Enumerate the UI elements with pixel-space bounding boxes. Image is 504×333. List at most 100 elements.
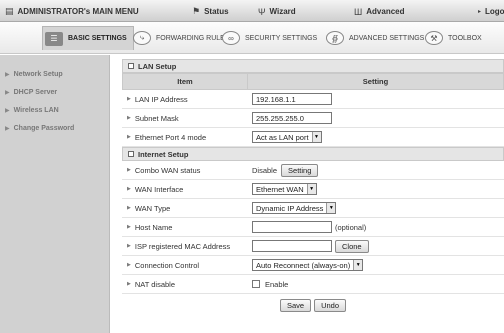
- tab-forwarding-rules[interactable]: ⤷ FORWARDING RULES: [133, 26, 230, 50]
- form-actions: Save Undo: [122, 294, 504, 316]
- logout-arrow-icon: ▸: [478, 9, 482, 15]
- row-label: NAT disable: [134, 279, 176, 289]
- nat-enable-label: Enable: [265, 279, 289, 289]
- row-label: Subnet Mask: [134, 113, 179, 123]
- bullet-icon: ▶: [127, 134, 131, 140]
- tab-basic-settings[interactable]: ☰ BASIC SETTINGS: [42, 26, 134, 50]
- sidebar-item-wireless-lan[interactable]: ▶ Wireless LAN: [0, 101, 109, 119]
- row-label: Host Name: [134, 222, 173, 232]
- row-label: WAN Type: [134, 203, 171, 213]
- row-label: Combo WAN status: [134, 165, 201, 175]
- lan-ip-input[interactable]: 192.168.1.1: [252, 93, 332, 105]
- bullet-icon: ▶: [127, 281, 131, 287]
- tab-label: ADVANCED SETTINGS: [349, 34, 425, 42]
- wan-interface-select[interactable]: Ethernet WAN ▼: [252, 183, 317, 195]
- security-icon: ∞: [222, 31, 240, 45]
- bullet-icon: ▶: [127, 186, 131, 192]
- dropdown-arrow-icon: ▼: [306, 184, 316, 194]
- sidebar-item-network-setup[interactable]: ▶ Network Setup: [0, 65, 109, 83]
- section-box-icon: [128, 151, 134, 157]
- sidebar-item-label: DHCP Server: [13, 88, 58, 96]
- row-combo-wan: ▶ Combo WAN status Disable Setting: [122, 161, 504, 180]
- subnet-mask-input[interactable]: 255.255.255.0: [252, 112, 332, 124]
- optional-hint: (optional): [335, 222, 367, 232]
- dropdown-arrow-icon: ▼: [353, 260, 363, 270]
- column-headers: Item Setting: [122, 73, 504, 90]
- row-lan-ip: ▶ LAN IP Address 192.168.1.1: [122, 90, 504, 109]
- arrow-icon: ▶: [5, 107, 10, 114]
- tab-advanced-settings[interactable]: ∯ ADVANCED SETTINGS: [326, 26, 424, 50]
- bullet-icon: ▶: [127, 205, 131, 211]
- tab-security-settings[interactable]: ∞ SECURITY SETTINGS: [222, 26, 317, 50]
- select-value: Act as LAN port: [256, 132, 309, 142]
- advanced-menu[interactable]: Ш Advanced: [354, 6, 404, 17]
- clone-button[interactable]: Clone: [335, 239, 369, 253]
- sidebar-item-label: Network Setup: [13, 70, 63, 78]
- row-subnet-mask: ▶ Subnet Mask 255.255.255.0: [122, 109, 504, 128]
- sidebar-item-dhcp-server[interactable]: ▶ DHCP Server: [0, 83, 109, 101]
- section-title: LAN Setup: [138, 61, 177, 71]
- row-connection-control: ▶ Connection Control Auto Reconnect (alwa…: [122, 256, 504, 275]
- settings-icon: ☰: [45, 31, 63, 46]
- admin-main-menu[interactable]: ▤ ADMINISTRATOR's MAIN MENU: [5, 6, 139, 17]
- logout-label: Logo: [485, 7, 504, 16]
- bullet-icon: ▶: [127, 243, 131, 249]
- internet-setup-header: Internet Setup: [122, 147, 504, 161]
- nat-enable-checkbox[interactable]: [252, 280, 260, 288]
- row-nat-disable: ▶ NAT disable Enable: [122, 275, 504, 294]
- toolbox-icon: ⚒: [425, 31, 443, 45]
- bullet-icon: ▶: [127, 167, 131, 173]
- advanced-label: Advanced: [366, 7, 405, 16]
- advanced-icon: Ш: [354, 6, 363, 17]
- sidebar-item-change-password[interactable]: ▶ Change Password: [0, 119, 109, 137]
- section-box-icon: [128, 63, 134, 69]
- forwarding-icon: ⤷: [133, 31, 151, 45]
- row-label: WAN Interface: [134, 184, 184, 194]
- row-label: ISP registered MAC Address: [134, 241, 231, 251]
- combo-setting-button[interactable]: Setting: [281, 163, 319, 177]
- wizard-label: Wizard: [269, 7, 296, 16]
- col-setting-header: Setting: [248, 73, 504, 90]
- sidebar-item-label: Change Password: [13, 124, 75, 132]
- row-label: Connection Control: [134, 260, 200, 270]
- connection-control-select[interactable]: Auto Reconnect (always-on) ▼: [252, 259, 364, 271]
- combo-wan-status: Disable: [252, 165, 278, 175]
- advanced-settings-icon: ∯: [326, 31, 344, 45]
- dropdown-arrow-icon: ▼: [326, 203, 336, 213]
- row-mac-address: ▶ ISP registered MAC Address Clone: [122, 237, 504, 256]
- port4-mode-select[interactable]: Act as LAN port ▼: [252, 131, 322, 143]
- tab-toolbox[interactable]: ⚒ TOOLBOX: [425, 26, 482, 50]
- bullet-icon: ▶: [127, 224, 131, 230]
- select-value: Ethernet WAN: [256, 184, 304, 194]
- row-wan-interface: ▶ WAN Interface Ethernet WAN ▼: [122, 180, 504, 199]
- status-icon: ⚑: [192, 6, 201, 16]
- col-item-header: Item: [122, 73, 248, 90]
- lan-setup-header: LAN Setup: [122, 59, 504, 73]
- row-wan-type: ▶ WAN Type Dynamic IP Address ▼: [122, 199, 504, 218]
- bullet-icon: ▶: [127, 96, 131, 102]
- undo-button[interactable]: Undo: [314, 298, 347, 312]
- dropdown-arrow-icon: ▼: [311, 132, 321, 142]
- wizard-menu[interactable]: Ψ Wizard: [258, 6, 296, 17]
- tab-label: BASIC SETTINGS: [68, 35, 127, 42]
- save-button[interactable]: Save: [279, 298, 312, 312]
- logout-menu[interactable]: ▸ Logo: [478, 6, 504, 17]
- top-menu-bar: ▤ ADMINISTRATOR's MAIN MENU ⚑ Status Ψ W…: [0, 0, 504, 22]
- host-name-input[interactable]: [252, 221, 332, 233]
- tab-label: SECURITY SETTINGS: [245, 34, 318, 42]
- tab-label: TOOLBOX: [448, 34, 482, 42]
- arrow-icon: ▶: [5, 125, 10, 132]
- arrow-icon: ▶: [5, 71, 10, 78]
- select-value: Dynamic IP Address: [256, 203, 324, 213]
- wan-type-select[interactable]: Dynamic IP Address ▼: [252, 202, 337, 214]
- bullet-icon: ▶: [127, 262, 131, 268]
- status-menu[interactable]: ⚑ Status: [192, 6, 229, 17]
- sidebar-item-label: Wireless LAN: [13, 106, 59, 114]
- tab-label: FORWARDING RULES: [156, 34, 230, 42]
- admin-main-menu-label: ADMINISTRATOR's MAIN MENU: [17, 7, 139, 16]
- arrow-icon: ▶: [5, 89, 10, 96]
- bullet-icon: ▶: [127, 115, 131, 121]
- sidebar: ▶ Network Setup ▶ DHCP Server ▶ Wireless…: [0, 55, 110, 333]
- mac-address-input[interactable]: [252, 240, 332, 252]
- row-port4-mode: ▶ Ethernet Port 4 mode Act as LAN port ▼: [122, 128, 504, 147]
